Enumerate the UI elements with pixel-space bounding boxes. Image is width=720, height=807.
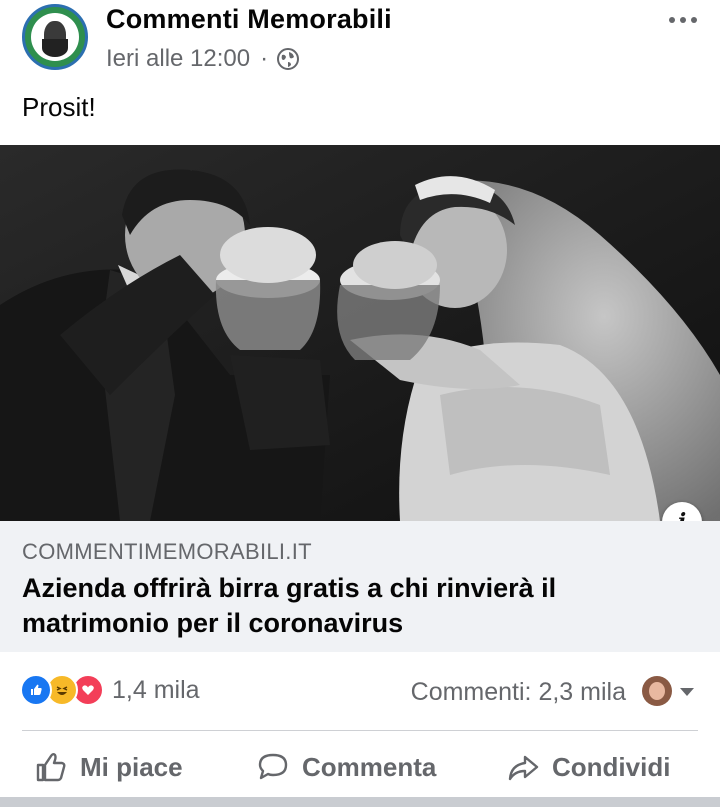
comment-icon [258,753,288,780]
share-button[interactable]: Condividi [506,747,670,787]
share-label: Condividi [552,751,671,782]
like-reaction-icon [20,674,52,706]
reaction-count: 1,4 mila [112,675,200,704]
more-options-icon[interactable] [666,8,700,32]
reactions-summary[interactable]: 1,4 mila [20,674,200,706]
globe-icon[interactable] [276,47,300,71]
post-stats: 1,4 mila Commenti: 2,3 mila [0,668,720,718]
share-icon [508,755,539,781]
caret-down-icon[interactable] [680,688,694,696]
page-avatar[interactable] [22,4,88,70]
feed-separator [0,797,720,807]
post-meta: Ieri alle 12:00 · [106,45,300,73]
link-title: Azienda offrirà birra gratis a chi rinvi… [22,573,557,638]
link-domain: COMMENTIMEMORABILI.IT [22,539,312,564]
like-label: Mi piace [80,751,183,782]
comment-button[interactable]: Commenta [256,747,436,787]
post-actions: Mi piace Commenta Condividi [0,737,720,797]
divider [22,730,698,731]
link-preview-image[interactable] [0,145,720,521]
post-caption: Prosit! [22,92,96,122]
post-timestamp[interactable]: Ieri alle 12:00 [106,45,250,73]
thumbs-up-icon [36,753,66,782]
comments-count[interactable]: Commenti: 2,3 mila [411,678,626,707]
page-name-link[interactable]: Commenti Memorabili [106,4,392,35]
wedding-photo [0,145,720,521]
avatar-logo [31,13,79,61]
post-header: Commenti Memorabili Ieri alle 12:00 · [0,0,720,84]
link-preview-box[interactable]: COMMENTIMEMORABILI.IT Azienda offrirà bi… [0,521,720,652]
like-button[interactable]: Mi piace [34,747,183,787]
viewer-avatar[interactable] [642,676,672,706]
comment-label: Commenta [302,751,437,782]
meta-separator: · [260,45,269,72]
